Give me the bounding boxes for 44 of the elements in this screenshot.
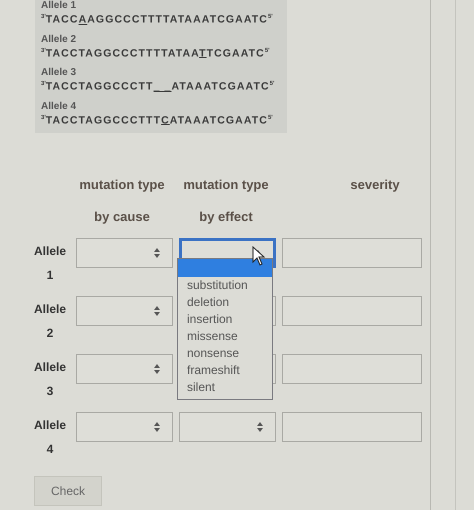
row-label: Allele	[34, 244, 66, 258]
cause-select[interactable]	[76, 238, 173, 268]
dropdown-option[interactable]: silent	[178, 379, 272, 396]
dna-sequence: $^{3'}$TACCAAGGCCCTTTTATAAATCGAATC$^{5'}$	[41, 12, 274, 26]
row-label: Allele	[34, 302, 66, 316]
row-number: 4	[46, 442, 54, 456]
severity-field[interactable]	[282, 412, 422, 442]
dropdown-option[interactable]: deletion	[178, 294, 272, 311]
mouse-cursor-icon	[252, 246, 266, 266]
column-header: by cause	[93, 209, 151, 224]
updown-arrow-icon	[257, 422, 263, 432]
severity-field[interactable]	[282, 354, 422, 384]
allele-title: Allele 2	[41, 34, 78, 44]
row-number: 2	[46, 326, 54, 340]
row-number: 3	[46, 384, 54, 398]
updown-arrow-icon	[154, 364, 160, 374]
column-header: mutation type	[182, 177, 270, 192]
dropdown-option[interactable]: frameshift	[178, 362, 272, 379]
updown-arrow-icon	[154, 248, 160, 258]
dna-sequence: $^{3'}$TACCTAGGCCCTTTTATAATTCGAATC$^{5'}$	[41, 46, 271, 60]
severity-field[interactable]	[282, 238, 422, 268]
effect-select[interactable]	[179, 412, 276, 442]
updown-arrow-icon	[154, 422, 160, 432]
row-label: Allele	[34, 360, 66, 374]
row-number: 1	[46, 268, 54, 282]
column-header: severity	[349, 177, 401, 192]
updown-arrow-icon	[154, 306, 160, 316]
check-button[interactable]: Check	[34, 476, 102, 506]
allele-title: Allele 4	[41, 100, 78, 112]
cause-select[interactable]	[76, 412, 173, 442]
dropdown-option[interactable]: substitution	[178, 277, 272, 294]
dna-sequence: $^{3'}$TACCTAGGCCCTTTCATAAATCGAATC$^{5'}$	[41, 113, 274, 127]
dropdown-option[interactable]: nonsense	[178, 345, 272, 362]
severity-field[interactable]	[282, 296, 422, 326]
allele-title: Allele 3	[41, 67, 78, 78]
dropdown-option[interactable]: insertion	[178, 311, 272, 328]
column-header: by effect	[198, 209, 254, 224]
row-label: Allele	[34, 418, 66, 432]
cause-select[interactable]	[76, 354, 173, 384]
dna-sequence: $^{3'}$TACCTAGGCCCTT_ _ATAAATCGAATC$^{5'}$	[41, 80, 276, 94]
dropdown-option[interactable]: missense	[178, 328, 272, 345]
column-header: mutation type	[78, 177, 166, 192]
allele-title: Allele 1	[41, 0, 78, 11]
cause-select[interactable]	[76, 296, 173, 326]
